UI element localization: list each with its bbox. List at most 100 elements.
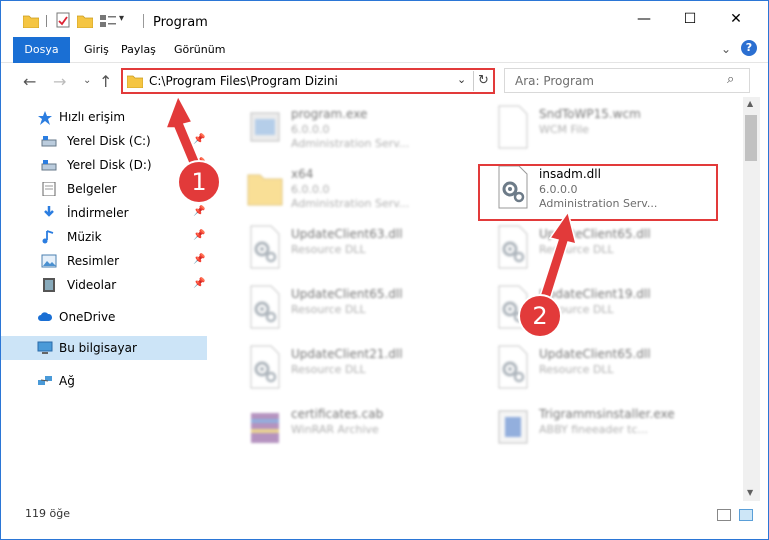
- pin-icon: 📌: [193, 230, 206, 241]
- close-icon: ✕: [730, 10, 742, 27]
- file-item[interactable]: UpdateClient65.dll Resource DLL: [481, 221, 721, 279]
- file-name: Trigrammsinstaller.exe: [539, 407, 675, 421]
- view-options-icon[interactable]: [99, 14, 117, 28]
- address-dropdown-chevron-icon[interactable]: ⌄: [457, 73, 466, 86]
- picture-icon: [41, 254, 57, 268]
- pin-icon: 📌: [193, 278, 206, 289]
- customize-toolbar-chevron-icon[interactable]: ▾: [119, 13, 124, 29]
- file-name: UpdateClient65.dll: [539, 347, 651, 361]
- tab-home[interactable]: Giriş: [84, 37, 109, 63]
- address-path[interactable]: C:\Program Files\Program Dizini: [149, 74, 338, 88]
- file-item[interactable]: UpdateClient19.dll Resource DLL: [481, 281, 721, 339]
- navigation-pane: Hızlı erişim Yerel Disk (C:) 📌 Yerel Disk (…: [1, 97, 209, 497]
- file-description: Administration Serv...: [291, 137, 410, 150]
- tab-file[interactable]: Dosya: [13, 37, 70, 63]
- scroll-thumb[interactable]: [745, 115, 757, 161]
- status-bar: 119 öğe: [1, 501, 768, 539]
- tiles-view-icon[interactable]: [739, 509, 753, 521]
- pin-icon: 📌: [193, 134, 206, 145]
- minimize-icon: —: [637, 10, 651, 27]
- file-detail: Resource DLL: [291, 303, 366, 316]
- drive-icon: [41, 158, 57, 172]
- sidebar-item[interactable]: Hızlı erişim: [1, 105, 207, 129]
- exe-icon: [247, 105, 283, 149]
- file-name: UpdateClient65.dll: [291, 287, 403, 301]
- window-title: Program: [153, 15, 208, 30]
- sidebar-item-label: Videolar: [67, 278, 117, 292]
- music-icon: [41, 230, 57, 244]
- file-list: program.exe 6.0.0.0 Administration Serv...…: [209, 97, 743, 497]
- title-bar: ▾ Program — ☐ ✕: [1, 1, 768, 36]
- tab-view[interactable]: Görünüm: [174, 37, 225, 63]
- details-view-icon[interactable]: [717, 509, 731, 521]
- file-detail: Resource DLL: [291, 363, 366, 376]
- sidebar-item[interactable]: OneDrive: [1, 305, 207, 329]
- dll-gear-icon: [495, 345, 531, 389]
- file-detail: 6.0.0.0: [291, 123, 330, 136]
- file-item[interactable]: UpdateClient21.dll Resource DLL: [233, 341, 473, 399]
- folder-icon: [127, 75, 143, 88]
- pin-icon: 📌: [193, 254, 206, 265]
- forward-arrow-icon[interactable]: →: [53, 72, 66, 91]
- tab-share[interactable]: Paylaş: [121, 37, 156, 63]
- file-detail: Resource DLL: [539, 243, 614, 256]
- scroll-up-arrow-icon[interactable]: ▲: [747, 99, 753, 108]
- installer-icon: [495, 405, 531, 449]
- refresh-icon[interactable]: ↻: [473, 71, 493, 91]
- folder-icon[interactable]: [23, 14, 39, 28]
- sidebar-item[interactable]: İndirmeler 📌: [1, 201, 207, 225]
- dll-gear-icon: [247, 285, 283, 329]
- up-arrow-icon[interactable]: ↑: [99, 72, 112, 91]
- close-button[interactable]: ✕: [713, 1, 759, 36]
- archive-icon: [247, 405, 283, 449]
- blank-file-icon: [495, 105, 531, 149]
- file-name: program.exe: [291, 107, 368, 121]
- ribbon-expand-chevron-icon[interactable]: ⌄: [721, 42, 731, 56]
- sidebar-item[interactable]: Bu bilgisayar: [1, 336, 207, 360]
- sidebar-item-label: Yerel Disk (C:): [67, 134, 151, 148]
- sidebar-item[interactable]: Yerel Disk (C:) 📌: [1, 129, 207, 153]
- drive-icon: [41, 134, 57, 148]
- file-item[interactable]: Trigrammsinstaller.exe ABBY fineeader tc.…: [481, 401, 721, 459]
- address-bar[interactable]: C:\Program Files\Program Dizini ⌄ ↻: [121, 68, 495, 94]
- dll-gear-icon: [247, 225, 283, 269]
- file-description: Administration Serv...: [291, 197, 410, 210]
- back-arrow-icon[interactable]: ←: [23, 72, 36, 91]
- file-detail: Resource DLL: [539, 363, 614, 376]
- file-name: SndToWP15.wcm: [539, 107, 641, 121]
- file-detail: ABBY fineeader tc...: [539, 423, 649, 436]
- star-icon: [37, 110, 53, 125]
- file-item[interactable]: SndToWP15.wcm WCM File: [481, 101, 721, 159]
- file-item[interactable]: program.exe 6.0.0.0 Administration Serv...: [233, 101, 473, 159]
- minimize-button[interactable]: —: [621, 1, 667, 36]
- sidebar-item[interactable]: Yerel Disk (D:)📌: [1, 153, 207, 177]
- sidebar-item[interactable]: Ağ: [1, 369, 207, 393]
- search-input[interactable]: Ara: Program ⌕: [504, 68, 750, 93]
- sidebar-item-label: İndirmeler: [67, 206, 129, 220]
- sidebar-item-label: Müzik: [67, 230, 102, 244]
- vertical-scrollbar[interactable]: ▲ ▼: [743, 97, 760, 501]
- file-item[interactable]: UpdateClient65.dll Resource DLL: [233, 281, 473, 339]
- network-icon: [37, 374, 53, 388]
- file-item[interactable]: x64 6.0.0.0 Administration Serv...: [233, 161, 473, 219]
- sidebar-item-label: Belgeler: [67, 182, 117, 196]
- sidebar-item[interactable]: Resimler 📌: [1, 249, 207, 273]
- download-icon: [41, 206, 57, 220]
- explorer-window: ▾ Program — ☐ ✕ Dosya Giriş Paylaş Görün…: [0, 0, 769, 540]
- file-name: certificates.cab: [291, 407, 384, 421]
- search-placeholder: Ara: Program: [515, 74, 594, 88]
- document-icon: [41, 181, 57, 197]
- recent-locations-chevron-icon[interactable]: ⌄: [83, 75, 91, 86]
- help-icon[interactable]: ?: [741, 40, 757, 56]
- file-item[interactable]: UpdateClient63.dll Resource DLL: [233, 221, 473, 279]
- scroll-down-arrow-icon[interactable]: ▼: [747, 488, 753, 497]
- search-icon[interactable]: ⌕: [727, 72, 734, 87]
- maximize-button[interactable]: ☐: [667, 1, 713, 36]
- sidebar-item[interactable]: Videolar 📌: [1, 273, 207, 297]
- file-item[interactable]: certificates.cab WinRAR Archive: [233, 401, 473, 459]
- file-item[interactable]: UpdateClient65.dll Resource DLL: [481, 341, 721, 399]
- properties-icon[interactable]: [56, 12, 70, 28]
- new-folder-icon[interactable]: [77, 14, 93, 28]
- file-name: UpdateClient19.dll: [539, 287, 651, 301]
- sidebar-item[interactable]: Müzik 📌: [1, 225, 207, 249]
